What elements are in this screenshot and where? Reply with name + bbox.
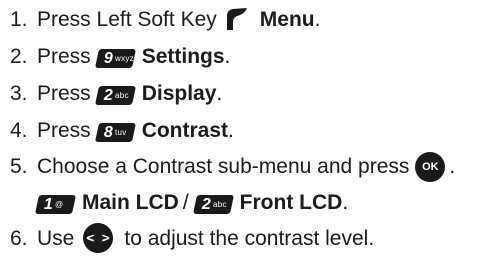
step-number: 2. (10, 45, 28, 68)
step-text-after: to adjust the contrast level. (124, 227, 375, 250)
step-text: Press Left Soft Key (37, 8, 217, 31)
step-suffix: . (216, 82, 223, 105)
key-9-icon: 9 wxyz (94, 48, 136, 68)
step-6: 6. Use to adjust the contrast level. (10, 223, 375, 254)
step-number: 4. (10, 119, 28, 142)
key-2-icon: 2 abc (192, 194, 234, 214)
step-suffix: . (449, 155, 456, 178)
key-1-icon: 1 @ (34, 194, 77, 214)
option-separator: / (182, 191, 189, 214)
step-1: 1. Press Left Soft Key Menu. (10, 5, 320, 35)
step-number: 6. (10, 227, 28, 250)
step-number: 5. (10, 155, 28, 178)
settings-label: Settings (141, 45, 225, 68)
instruction-steps: 1. Press Left Soft Key Menu. 2. Press 9 … (0, 0, 487, 258)
step-4: 4. Press 8 tuv Contrast. (10, 116, 234, 146)
key-2-icon: 2 abc (94, 85, 136, 105)
navigation-key-icon (83, 223, 114, 253)
step-2: 2. Press 9 wxyz Settings. (10, 42, 230, 72)
display-label: Display (141, 82, 217, 105)
step-text: Choose a Contrast sub-menu and press (37, 155, 410, 178)
step-text: Press (37, 82, 91, 105)
menu-label: Menu (259, 8, 315, 31)
step-suffix: . (228, 119, 234, 142)
contrast-label: Contrast (141, 119, 229, 142)
left-soft-key-icon (226, 8, 247, 30)
step-suffix: . (314, 8, 321, 31)
step-number: 1. (10, 8, 28, 31)
main-lcd-label: Main LCD (82, 191, 179, 214)
step-number: 3. (10, 82, 28, 105)
step-3: 3. Press 2 abc Display. (10, 79, 222, 109)
step-text: Press (37, 45, 91, 68)
step-suffix: . (224, 45, 231, 68)
step-5: 5. Choose a Contrast sub-menu and press … (10, 152, 455, 182)
options-suffix: . (342, 191, 349, 214)
step-text: Press (37, 119, 91, 142)
step-text-before: Use (37, 227, 75, 250)
key-8-icon: 8 tuv (94, 122, 136, 142)
step-5-options: 1 @ Main LCD / 2 abc Front LCD. (34, 188, 349, 218)
front-lcd-label: Front LCD (239, 191, 343, 214)
ok-key-icon: OK (415, 152, 446, 182)
